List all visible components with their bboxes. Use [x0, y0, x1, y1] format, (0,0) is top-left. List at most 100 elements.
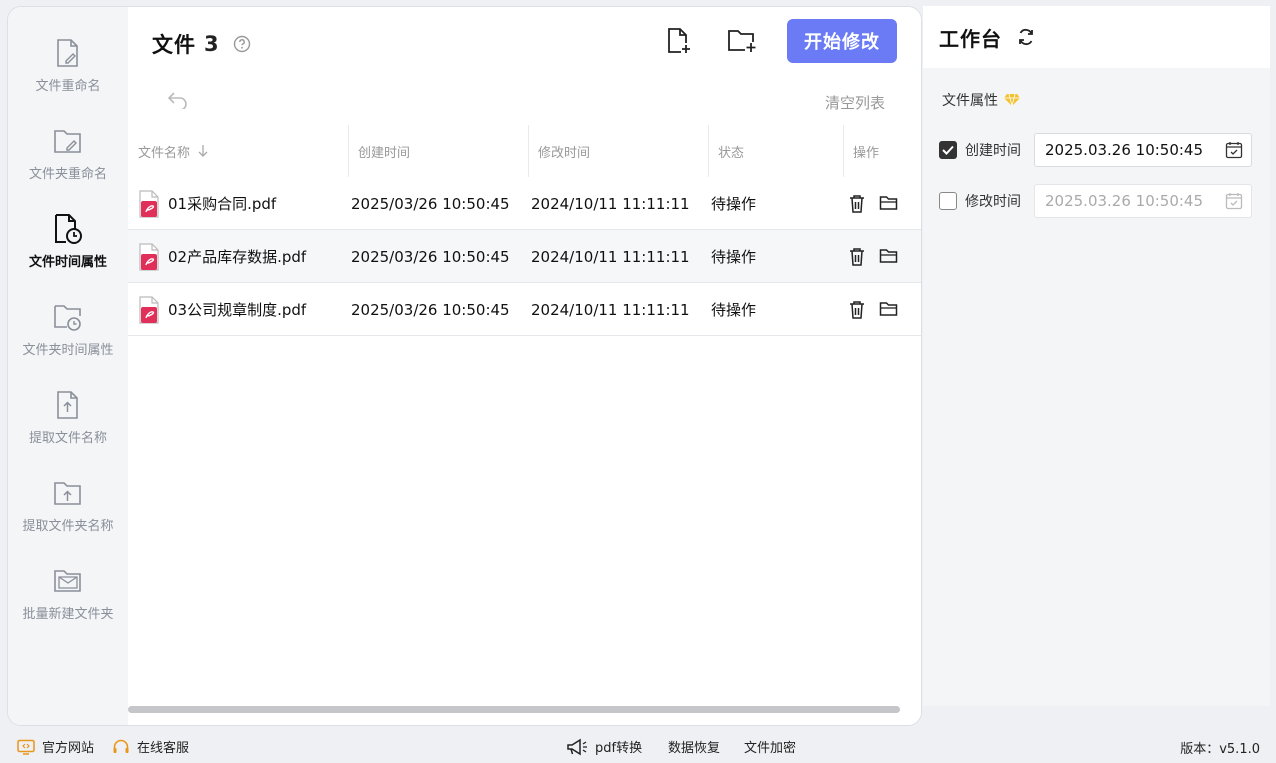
undo-icon [166, 92, 190, 113]
website-label: 官方网站 [42, 741, 95, 756]
file-list-panel: 文件 3 开始修改 清空列表 文件名称 创建时间 修改时间 状态 操作 01采购… [128, 7, 921, 725]
sidebar-item-label: 批量新建文件夹 [22, 607, 114, 622]
data-recovery-link[interactable]: 数据恢复 [668, 737, 720, 756]
actions-cell [848, 177, 910, 230]
column-header-name[interactable]: 文件名称 [128, 125, 348, 177]
open-folder-icon[interactable] [879, 194, 899, 214]
check-icon [942, 145, 954, 155]
folder-add-icon [727, 28, 757, 58]
file-name: 02产品库存数据.pdf [168, 248, 307, 266]
table-header: 文件名称 创建时间 修改时间 状态 操作 [128, 125, 921, 177]
created-time-picker[interactable]: 2025.03.26 10:50:45 [1034, 133, 1252, 167]
trash-icon[interactable] [848, 247, 868, 267]
file-clock-icon [53, 213, 83, 245]
column-header-created[interactable]: 创建时间 [348, 125, 528, 177]
table-row[interactable]: 03公司规章制度.pdf 2025/03/26 10:50:45 2024/10… [128, 283, 921, 336]
actions-cell [848, 230, 910, 283]
sidebar-item-extract-folder-names[interactable]: 提取文件夹名称 [8, 477, 128, 557]
sidebar-item-label: 提取文件名称 [28, 431, 107, 446]
created-time-checkbox[interactable] [939, 141, 957, 159]
created-time-cell: 2025/03/26 10:50:45 [351, 247, 510, 266]
monitor-icon [17, 739, 35, 755]
modified-time-label: 修改时间 [965, 194, 1021, 210]
file-edit-icon [53, 37, 83, 69]
headset-icon [113, 739, 129, 753]
workbench-panel: 工作台 文件属性 创建时间 2025.03.26 10:50:45 修改时间 2… [923, 6, 1270, 706]
pdf-file-icon [139, 295, 159, 324]
sidebar-item-folder-time[interactable]: 文件夹时间属性 [8, 301, 128, 381]
open-folder-icon[interactable] [879, 247, 899, 267]
file-name-cell: 01采购合同.pdf [138, 177, 276, 230]
modified-time-value: 2025.03.26 10:50:45 [1045, 192, 1204, 210]
column-label: 修改时间 [538, 145, 591, 161]
table-row[interactable]: 01采购合同.pdf 2025/03/26 10:50:45 2024/10/1… [128, 177, 921, 230]
column-label: 状态 [718, 145, 745, 161]
sidebar-item-folder-rename[interactable]: 文件夹重命名 [8, 125, 128, 205]
main-card: 文件重命名 文件夹重命名 文件时间属性 文件夹时间属性 提取文件名称 提取文件夹… [7, 6, 922, 726]
sidebar-item-file-rename[interactable]: 文件重命名 [8, 37, 128, 117]
status-cell: 待操作 [711, 248, 757, 266]
created-time-cell: 2025/03/26 10:50:45 [351, 194, 510, 213]
megaphone-icon [567, 738, 587, 755]
sidebar-item-label: 文件夹时间属性 [22, 343, 114, 358]
sidebar-item-batch-new-folder[interactable]: 批量新建文件夹 [8, 565, 128, 645]
sidebar-item-file-time[interactable]: 文件时间属性 [8, 213, 128, 293]
data-recovery-label: 数据恢复 [668, 741, 721, 756]
folder-clock-icon [53, 301, 83, 333]
modified-time-cell: 2024/10/11 11:11:11 [531, 247, 690, 266]
sidebar-item-extract-file-names[interactable]: 提取文件名称 [8, 389, 128, 469]
sidebar-item-label: 文件重命名 [35, 79, 101, 94]
column-label: 创建时间 [358, 145, 411, 161]
column-header-modified[interactable]: 修改时间 [528, 125, 708, 177]
status-cell: 待操作 [711, 195, 757, 213]
horizontal-scrollbar[interactable] [128, 706, 900, 713]
modified-time-checkbox[interactable] [939, 192, 957, 210]
folder-edit-icon [53, 125, 83, 157]
refresh-icon[interactable] [1016, 27, 1036, 47]
clear-list-button[interactable]: 清空列表 [825, 92, 885, 113]
created-time-row: 创建时间 2025.03.26 10:50:45 [939, 133, 1252, 167]
trash-icon[interactable] [848, 194, 868, 214]
file-name-cell: 02产品库存数据.pdf [138, 230, 306, 283]
start-modify-button[interactable]: 开始修改 [787, 19, 897, 63]
actions-cell [848, 283, 910, 336]
created-time-cell: 2025/03/26 10:50:45 [351, 300, 510, 319]
calendar-icon [1225, 142, 1243, 159]
status-bar: 官方网站 在线客服 pdf转换 数据恢复 文件加密 版本：v5.1.0 [0, 728, 1276, 763]
workbench-header: 工作台 [923, 6, 1270, 68]
file-encrypt-label: 文件加密 [744, 741, 797, 756]
modified-time-cell: 2024/10/11 11:11:11 [531, 194, 690, 213]
status-cell: 待操作 [711, 301, 757, 319]
undo-button[interactable] [166, 89, 192, 111]
column-label: 文件名称 [138, 145, 191, 161]
sidebar: 文件重命名 文件夹重命名 文件时间属性 文件夹时间属性 提取文件名称 提取文件夹… [8, 7, 128, 725]
column-header-status: 状态 [708, 125, 843, 177]
diamond-icon [1004, 93, 1020, 107]
file-name-cell: 03公司规章制度.pdf [138, 283, 306, 336]
online-support-link[interactable]: 在线客服 [112, 737, 189, 756]
file-add-icon [666, 27, 692, 59]
file-count: 3 [204, 32, 219, 56]
table-row[interactable]: 02产品库存数据.pdf 2025/03/26 10:50:45 2024/10… [128, 230, 921, 283]
open-folder-icon[interactable] [879, 300, 899, 320]
folder-upload-icon [53, 477, 83, 509]
file-name: 01采购合同.pdf [168, 195, 277, 213]
official-website-link[interactable]: 官方网站 [17, 737, 94, 756]
file-attributes-heading: 文件属性 [942, 90, 1020, 110]
column-header-actions: 操作 [843, 125, 921, 177]
modified-time-picker[interactable]: 2025.03.26 10:50:45 [1034, 184, 1252, 218]
sidebar-item-label: 文件夹重命名 [28, 167, 107, 182]
sidebar-item-label: 文件时间属性 [28, 255, 107, 270]
file-encrypt-link[interactable]: 文件加密 [744, 737, 796, 756]
add-folder-button[interactable] [724, 25, 760, 61]
trash-icon[interactable] [848, 300, 868, 320]
column-label: 操作 [853, 145, 880, 161]
modified-time-cell: 2024/10/11 11:11:11 [531, 300, 690, 319]
add-file-button[interactable] [661, 25, 697, 61]
created-time-value: 2025.03.26 10:50:45 [1045, 141, 1204, 159]
version-label: 版本：v5.1.0 [1180, 742, 1260, 757]
sidebar-item-label: 提取文件夹名称 [22, 519, 114, 534]
pdf-convert-link[interactable]: pdf转换 [566, 737, 642, 756]
help-icon[interactable] [233, 35, 251, 53]
modified-time-row: 修改时间 2025.03.26 10:50:45 [939, 184, 1252, 218]
